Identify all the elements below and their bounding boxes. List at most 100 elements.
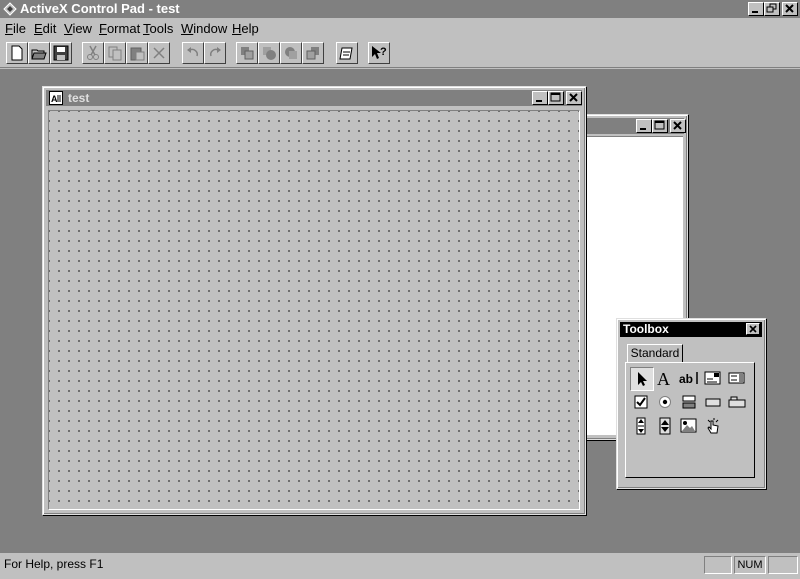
maximize-icon xyxy=(654,120,665,130)
scrollbar-tool-icon xyxy=(636,417,646,435)
test-form-window[interactable]: A test xyxy=(42,86,586,515)
menu-bar: File Edit View Format Tools Window Help xyxy=(0,18,800,38)
bg-minimize-button[interactable] xyxy=(636,119,652,133)
open-button[interactable] xyxy=(28,42,50,64)
restore-icon xyxy=(766,3,777,13)
save-button[interactable] xyxy=(50,42,72,64)
delete-icon xyxy=(153,47,165,59)
toolbox-title-bar[interactable]: Toolbox xyxy=(620,322,762,337)
delete-button[interactable] xyxy=(148,42,170,64)
combobox-tool-icon xyxy=(704,371,721,385)
redo-button[interactable] xyxy=(204,42,226,64)
svg-text:ab: ab xyxy=(679,372,693,386)
test-maximize-button[interactable] xyxy=(548,91,564,105)
minimize-icon xyxy=(536,100,542,102)
togglebutton-tool[interactable] xyxy=(678,391,700,413)
toolbar: ? xyxy=(0,38,800,68)
menu-file[interactable]: File xyxy=(5,21,26,36)
svg-text:A: A xyxy=(657,369,670,387)
commandbutton-tool[interactable] xyxy=(702,391,724,413)
toolbox-window[interactable]: Toolbox Standard A ab xyxy=(616,318,766,489)
optionbutton-tool[interactable] xyxy=(654,391,676,413)
status-pane-caps xyxy=(704,556,732,574)
label-tool[interactable]: A xyxy=(654,367,676,389)
close-button[interactable] xyxy=(782,2,798,16)
menu-help[interactable]: Help xyxy=(232,21,259,36)
copy-icon xyxy=(108,46,122,61)
copy-button[interactable] xyxy=(104,42,126,64)
app-title-text: ActiveX Control Pad - test xyxy=(20,1,180,16)
bg-close-button[interactable] xyxy=(670,119,686,133)
context-help-icon: ? xyxy=(372,46,387,59)
toolbox-close-button[interactable] xyxy=(746,323,760,335)
test-close-button[interactable] xyxy=(566,91,582,105)
commandbutton-tool-icon xyxy=(705,398,721,407)
paste-icon xyxy=(130,47,145,61)
checkbox-tool[interactable] xyxy=(630,391,652,413)
menu-view[interactable]: View xyxy=(64,21,92,36)
optionbutton-tool-icon xyxy=(659,396,671,408)
undo-button[interactable] xyxy=(182,42,204,64)
send-to-back-icon xyxy=(306,47,319,60)
tabstrip-tool-icon xyxy=(728,396,746,408)
image-tool[interactable] xyxy=(678,415,700,437)
tabstrip-tool[interactable] xyxy=(726,391,748,413)
bring-forward-icon xyxy=(263,47,276,60)
test-window-title-bar[interactable]: A test xyxy=(46,90,582,106)
close-icon xyxy=(785,4,794,13)
pointer-tool-icon xyxy=(638,372,647,386)
bring-to-front-button[interactable] xyxy=(236,42,258,64)
menu-format[interactable]: Format xyxy=(99,21,140,36)
pointer-tool[interactable] xyxy=(630,367,654,391)
paste-button[interactable] xyxy=(126,42,148,64)
listbox-tool[interactable] xyxy=(726,367,748,389)
togglebutton-tool-icon xyxy=(682,395,696,409)
hotspot-tool[interactable] xyxy=(702,415,724,437)
textbox-tool-icon: ab xyxy=(679,372,698,386)
context-help-button[interactable]: ? xyxy=(368,42,390,64)
bg-maximize-button[interactable] xyxy=(652,119,668,133)
listbox-tool-icon xyxy=(728,372,745,384)
minimize-button[interactable] xyxy=(748,2,764,16)
menu-tools[interactable]: Tools xyxy=(143,21,173,36)
svg-text:A: A xyxy=(51,94,58,104)
test-window-title: test xyxy=(68,91,90,105)
textbox-tool[interactable]: ab xyxy=(678,367,700,389)
cut-button[interactable] xyxy=(82,42,104,64)
cut-icon xyxy=(87,45,99,60)
test-minimize-button[interactable] xyxy=(532,91,548,105)
save-icon xyxy=(53,45,69,61)
status-pane-scroll xyxy=(768,556,798,574)
undo-icon xyxy=(187,47,198,57)
close-icon xyxy=(569,93,578,102)
spinbutton-tool-icon xyxy=(659,417,671,435)
activex-app-icon xyxy=(3,2,17,16)
hotspot-tool-icon xyxy=(707,418,719,434)
send-to-back-button[interactable] xyxy=(302,42,324,64)
status-help-text: For Help, press F1 xyxy=(4,557,104,571)
status-bar: For Help, press F1 NUM xyxy=(0,553,800,579)
bring-forward-button[interactable] xyxy=(258,42,280,64)
form-design-grid[interactable] xyxy=(48,110,580,510)
maximize-icon xyxy=(550,92,561,102)
restore-button[interactable] xyxy=(764,2,780,16)
label-tool-icon: A xyxy=(657,369,670,387)
image-tool-icon xyxy=(680,418,697,433)
svg-text:?: ? xyxy=(380,46,387,58)
send-backward-icon xyxy=(285,47,297,59)
new-file-icon xyxy=(11,45,23,61)
send-backward-button[interactable] xyxy=(280,42,302,64)
checkbox-tool-icon xyxy=(634,395,648,409)
menu-edit[interactable]: Edit xyxy=(34,21,56,36)
scrollbar-tool[interactable] xyxy=(630,415,652,437)
new-button[interactable] xyxy=(6,42,28,64)
redo-icon xyxy=(210,47,221,57)
combobox-tool[interactable] xyxy=(702,367,724,389)
app-title-bar[interactable]: ActiveX Control Pad - test xyxy=(0,0,800,18)
script-wizard-button[interactable] xyxy=(336,42,358,64)
spinbutton-tool[interactable] xyxy=(654,415,676,437)
minimize-icon xyxy=(752,11,758,13)
script-wizard-icon xyxy=(339,47,353,60)
menu-window[interactable]: Window xyxy=(181,21,227,36)
toolbox-tab-standard[interactable]: Standard xyxy=(627,344,683,362)
